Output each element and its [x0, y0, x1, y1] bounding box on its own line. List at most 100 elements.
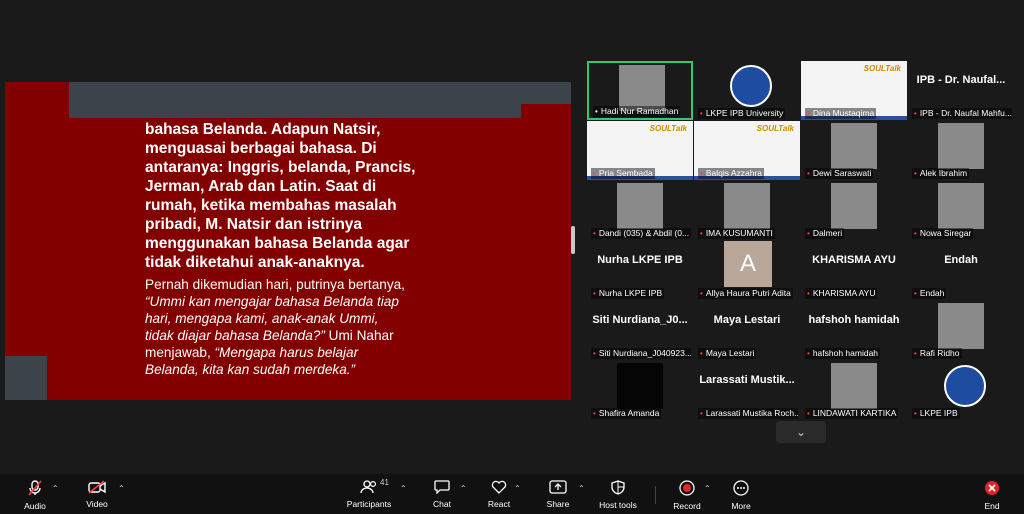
- record-button[interactable]: Record: [672, 480, 702, 512]
- participant-tile[interactable]: • LINDAWATI KARTIKA: [801, 361, 907, 420]
- participant-tile[interactable]: IPB - Dr. Naufal... • IPB - Dr. Naufal Mah…: [908, 61, 1014, 120]
- mic-muted-icon: •: [593, 349, 596, 358]
- ipb-logo-icon: [944, 365, 986, 407]
- audio-options-caret-icon[interactable]: ⌃: [52, 484, 59, 493]
- participants-options-caret-icon[interactable]: ⌃: [400, 484, 407, 493]
- participant-tile[interactable]: • Hadi Nur Ramadhan: [587, 61, 693, 120]
- participant-tile[interactable]: • Nowa Siregar: [908, 181, 1014, 240]
- react-button[interactable]: React: [486, 480, 512, 510]
- participant-name-label: • Maya Lestari: [698, 348, 757, 359]
- participant-display-name: hafshoh hamidah: [808, 314, 900, 326]
- participant-display-name: Siti Nurdiana_J0...: [592, 314, 688, 326]
- participant-tile[interactable]: Endah • Endah: [908, 241, 1014, 300]
- participant-name: Dandi (035) & Abdil (0...: [598, 228, 690, 238]
- participant-name: Allya Haura Putri Adita: [705, 288, 791, 298]
- participant-name: IMA KUSUMANTI: [705, 228, 773, 238]
- participant-name-label: • LKPE IPB University: [698, 108, 786, 119]
- chat-options-caret-icon[interactable]: ⌃: [460, 484, 467, 493]
- participant-tile[interactable]: Larassati Mustik... • Larassati Mustika Ro…: [694, 361, 800, 420]
- record-options-caret-icon[interactable]: ⌃: [704, 484, 711, 493]
- splitter-handle[interactable]: [571, 226, 575, 254]
- participant-tile[interactable]: SOULTalk • Dina Mustaqima: [801, 61, 907, 120]
- participant-name: LKPE IPB: [919, 408, 958, 418]
- participant-display-name: Endah: [944, 254, 978, 266]
- more-button[interactable]: More: [728, 480, 754, 512]
- slide-line: menguasai berbagai bahasa. Di: [145, 140, 377, 157]
- gallery-next-page-button[interactable]: ⌄: [776, 421, 826, 443]
- participant-name-label: • Rafi Ridho: [912, 348, 962, 359]
- participant-name: LINDAWATI KARTIKA: [812, 408, 897, 418]
- avatar: A: [724, 241, 772, 287]
- participant-name: Endah: [919, 288, 945, 298]
- end-label: End: [984, 501, 1000, 511]
- participant-name-label: • Pria Sembada: [591, 168, 655, 179]
- participant-name: Dina Mustaqima: [812, 108, 875, 118]
- participant-name-label: • Dina Mustaqima: [805, 108, 877, 119]
- participant-tile[interactable]: • Dandi (035) & Abdil (0...: [587, 181, 693, 240]
- chat-button[interactable]: Chat: [430, 480, 454, 510]
- mic-muted-icon: •: [914, 169, 917, 178]
- slide-logo-text: SOULTalk: [756, 124, 794, 133]
- participant-name: Dalmeri: [812, 228, 843, 238]
- participant-tile[interactable]: • LKPE IPB University: [694, 61, 800, 120]
- participant-name-label: • Alek Ibrahim: [912, 168, 970, 179]
- mic-muted-icon: •: [807, 409, 810, 418]
- slide-italic: “Mengapa harus belajar: [214, 345, 359, 360]
- participant-tile[interactable]: • IMA KUSUMANTI: [694, 181, 800, 240]
- participant-name: IPB - Dr. Naufal Mahfu...: [919, 108, 1012, 118]
- participant-video: [617, 183, 663, 229]
- participant-tile[interactable]: Siti Nurdiana_J0... • Siti Nurdiana_J04092…: [587, 301, 693, 360]
- participant-tile[interactable]: • Alek Ibrahim: [908, 121, 1014, 180]
- participant-tile[interactable]: KHARISMA AYU • KHARISMA AYU: [801, 241, 907, 300]
- share-overlay-bar-2: [69, 104, 521, 118]
- slide-italic: tidak diajar bahasa Belanda?”: [145, 328, 325, 343]
- participant-tile[interactable]: • Shafira Amanda: [587, 361, 693, 420]
- participant-tile[interactable]: • Rafi Ridho: [908, 301, 1014, 360]
- mic-muted-icon: •: [807, 109, 810, 118]
- slide-line: hari, mengapa kami, anak-anak Ummi,: [145, 311, 379, 326]
- host-tools-button[interactable]: Host tools: [597, 480, 639, 511]
- participant-name: Nowa Siregar: [919, 228, 972, 238]
- participant-name-label: • Allya Haura Putri Adita: [698, 288, 793, 299]
- participant-tile[interactable]: Nurha LKPE IPB • Nurha LKPE IPB: [587, 241, 693, 300]
- end-button[interactable]: End: [980, 480, 1004, 512]
- mic-muted-icon: [22, 480, 48, 500]
- participants-count: 41: [380, 478, 389, 487]
- mic-muted-icon: •: [914, 109, 917, 118]
- participant-tile[interactable]: Maya Lestari • Maya Lestari: [694, 301, 800, 360]
- more-label: More: [731, 501, 751, 511]
- participant-tile[interactable]: • Dewi Saraswati: [801, 121, 907, 180]
- participant-display-name: Larassati Mustik...: [699, 374, 795, 386]
- audio-button[interactable]: Audio: [22, 480, 48, 512]
- participant-name: Siti Nurdiana_J040923...: [598, 348, 691, 358]
- video-options-caret-icon[interactable]: ⌃: [118, 484, 125, 493]
- share-options-caret-icon[interactable]: ⌃: [578, 484, 585, 493]
- participant-name-label: • Hadi Nur Ramadhan: [593, 106, 681, 117]
- participant-video: [831, 123, 877, 169]
- slide-line: Jerman, Arab dan Latin. Saat di: [145, 178, 377, 195]
- record-icon: [672, 480, 702, 500]
- participant-tile[interactable]: A • Allya Haura Putri Adita: [694, 241, 800, 300]
- participant-tile[interactable]: • Dalmeri: [801, 181, 907, 240]
- mic-muted-icon: •: [700, 289, 703, 298]
- mic-muted-icon: •: [914, 289, 917, 298]
- video-button[interactable]: Video: [84, 480, 110, 510]
- participant-tile[interactable]: hafshoh hamidah • hafshoh hamidah: [801, 301, 907, 360]
- share-button[interactable]: Share: [545, 480, 571, 510]
- participant-name: Shafira Amanda: [598, 408, 660, 418]
- mic-muted-icon: •: [914, 229, 917, 238]
- mic-muted-icon: •: [914, 409, 917, 418]
- participant-name: Maya Lestari: [705, 348, 755, 358]
- participant-name-label: • IMA KUSUMANTI: [698, 228, 775, 239]
- participant-name-label: • Balqis Azzahra: [698, 168, 765, 179]
- participant-tile[interactable]: SOULTalk • Pria Sembada: [587, 121, 693, 180]
- slide-line: pribadi, M. Natsir dan istrinya: [145, 216, 363, 233]
- host-tools-label: Host tools: [599, 500, 637, 510]
- meeting-toolbar: Audio ⌃ Video ⌃ Participants 41 ⌃ Chat ⌃…: [0, 474, 1024, 514]
- slide-regular-paragraph: Pernah dikemudian hari, putrinya bertany…: [145, 276, 445, 378]
- participant-tile[interactable]: SOULTalk • Balqis Azzahra: [694, 121, 800, 180]
- participant-display-name: Nurha LKPE IPB: [597, 254, 683, 266]
- participant-name-label: • Dandi (035) & Abdil (0...: [591, 228, 691, 239]
- react-options-caret-icon[interactable]: ⌃: [514, 484, 521, 493]
- participant-tile[interactable]: • LKPE IPB: [908, 361, 1014, 420]
